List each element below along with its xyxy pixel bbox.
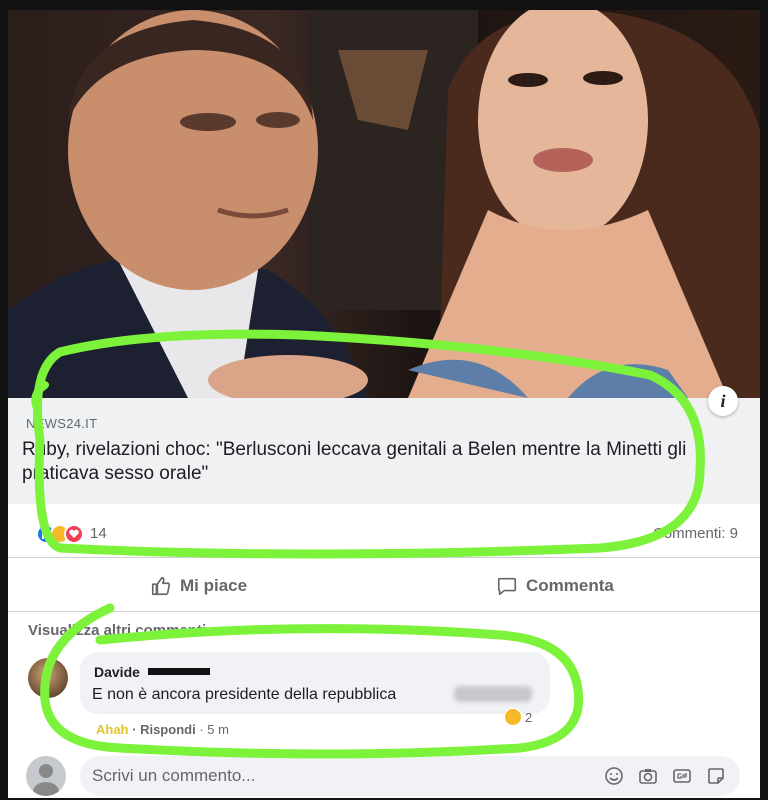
comment-time[interactable]: 5 m xyxy=(207,722,229,737)
link-headline[interactable]: Ruby, rivelazioni choc: "Berlusconi lecc… xyxy=(22,438,712,486)
reactions-bar: 14 Commenti: 9 xyxy=(8,504,760,558)
comment-reaction-count: 2 xyxy=(525,709,533,725)
info-icon[interactable]: i xyxy=(708,386,738,416)
comment-input[interactable]: Scrivi un commento... xyxy=(80,756,740,796)
like-button[interactable]: Mi piace xyxy=(150,575,247,597)
redaction-bar xyxy=(148,668,210,675)
view-more-comments[interactable]: Visualizza altri commenti xyxy=(28,622,206,639)
haha-icon xyxy=(504,708,522,726)
avatar[interactable] xyxy=(26,756,66,796)
blurred-text xyxy=(454,686,532,702)
comment-text: E non è ancora presidente della repubbli… xyxy=(92,686,397,703)
sticker-icon[interactable] xyxy=(706,766,726,786)
link-source: NEWS24.IT xyxy=(26,416,98,431)
comment-author[interactable]: Davide xyxy=(94,664,140,680)
action-bar: Mi piace Commenta xyxy=(8,558,760,612)
comment-bubble: Davide E non è ancora presidente della r… xyxy=(80,652,550,714)
comment-icon xyxy=(497,577,517,596)
reaction-count[interactable]: 14 xyxy=(90,525,107,542)
like-icon xyxy=(151,576,171,596)
gif-icon[interactable] xyxy=(672,766,692,786)
photo-illustration xyxy=(8,10,760,398)
comment-button[interactable]: Commenta xyxy=(496,575,614,597)
facebook-post-screenshot: i NEWS24.IT Ruby, rivelazioni choc: "Ber… xyxy=(8,10,760,798)
reaction-link[interactable]: Ahah xyxy=(96,722,129,737)
camera-icon[interactable] xyxy=(638,766,658,786)
comment-reaction-badge[interactable]: 2 xyxy=(504,707,532,727)
link-preview[interactable]: i NEWS24.IT Ruby, rivelazioni choc: "Ber… xyxy=(8,386,760,504)
avatar[interactable] xyxy=(28,658,68,698)
love-reaction-icon xyxy=(64,524,84,544)
post-photo[interactable] xyxy=(8,10,760,398)
reply-link[interactable]: Rispondi xyxy=(140,722,196,737)
comment-label: Commenta xyxy=(526,576,614,595)
like-label: Mi piace xyxy=(180,576,248,595)
comment-tools xyxy=(604,766,726,786)
comments-section: Visualizza altri commenti Davide E non è… xyxy=(8,612,760,798)
comment-input-placeholder: Scrivi un commento... xyxy=(92,766,256,785)
emoji-icon[interactable] xyxy=(604,766,624,786)
comment-meta: Ahah · Rispondi · 5 m xyxy=(96,722,229,737)
comments-count[interactable]: Commenti: 9 xyxy=(653,525,738,542)
